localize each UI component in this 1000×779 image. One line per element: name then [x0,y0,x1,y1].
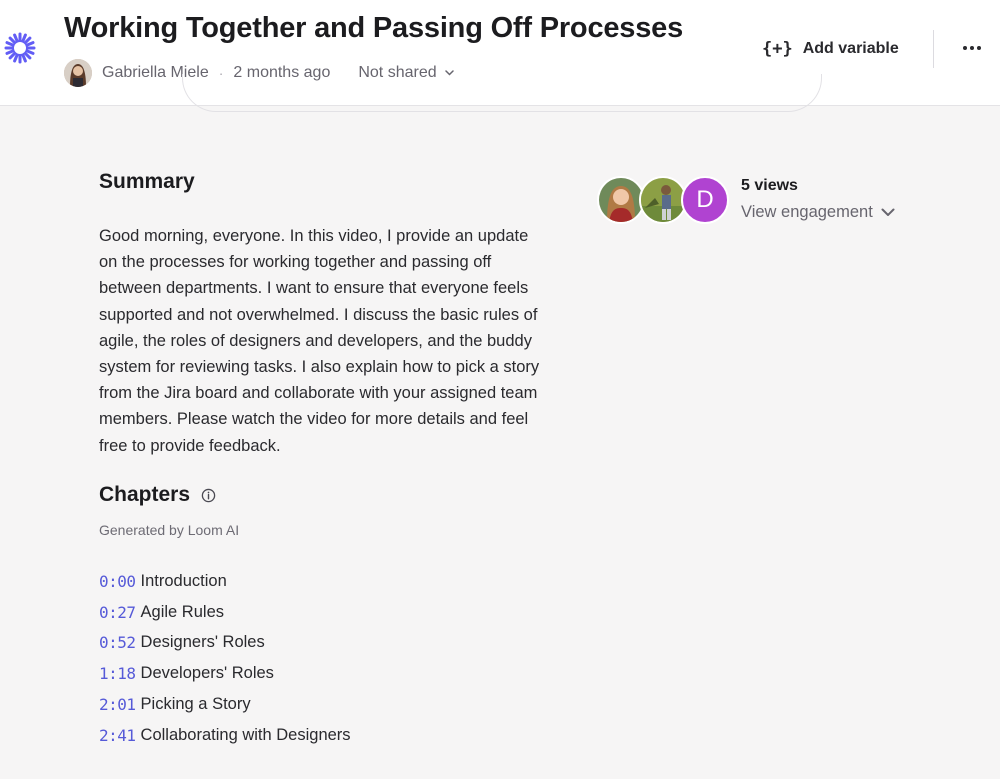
chapter-title: Picking a Story [140,695,251,714]
viewer-avatars[interactable]: D [597,176,731,224]
chapter-item[interactable]: 0:52 Designers' Roles [99,628,351,659]
viewer-avatar-d: D [681,176,729,224]
chapter-item[interactable]: 0:27 Agile Rules [99,597,351,628]
author-avatar[interactable] [64,59,92,87]
chapter-title: Collaborating with Designers [140,725,351,744]
chapters-heading-label: Chapters [99,483,191,506]
add-variable-button[interactable]: {+} Add variable [762,36,899,62]
loom-logo-icon[interactable] [4,32,36,64]
chapter-item[interactable]: 1:18 Developers' Roles [99,658,351,689]
more-options-icon[interactable] [958,34,986,62]
info-icon[interactable] [201,488,216,503]
chapter-timestamp[interactable]: 2:01 [99,695,136,714]
video-player-edge [182,74,822,112]
summary-text: Good morning, everyone. In this video, I… [99,227,540,455]
chapters-heading: Chapters [99,483,216,507]
chapter-timestamp[interactable]: 0:27 [99,603,136,622]
views-count: 5 views [741,177,798,194]
summary-heading: Summary [99,170,195,193]
generated-by-label: Generated by Loom AI [99,522,240,538]
chapter-title: Designers' Roles [140,633,265,652]
chapter-list: 0:00 Introduction 0:27 Agile Rules 0:52 … [99,566,351,751]
add-variable-icon: {+} [762,39,793,59]
viewer-avatar [597,176,645,224]
chapter-title: Agile Rules [140,602,224,621]
chevron-down-icon [881,208,895,216]
video-title[interactable]: Working Together and Passing Off Process… [64,12,683,45]
chapter-title: Developers' Roles [140,664,274,683]
view-engagement-dropdown[interactable]: View engagement [741,203,895,222]
view-engagement-label: View engagement [741,203,873,221]
header-divider [933,30,934,68]
chapter-item[interactable]: 2:41 Collaborating with Designers [99,720,351,751]
chapter-item[interactable]: 2:01 Picking a Story [99,689,351,720]
chapter-timestamp[interactable]: 1:18 [99,664,136,683]
chapter-title: Introduction [140,571,227,590]
add-variable-label: Add variable [802,40,899,57]
chapter-item[interactable]: 0:00 Introduction [99,566,351,597]
viewer-avatar [639,176,687,224]
chapter-timestamp[interactable]: 2:41 [99,726,136,745]
chapter-timestamp[interactable]: 0:00 [99,572,136,591]
chapter-timestamp[interactable]: 0:52 [99,633,136,652]
